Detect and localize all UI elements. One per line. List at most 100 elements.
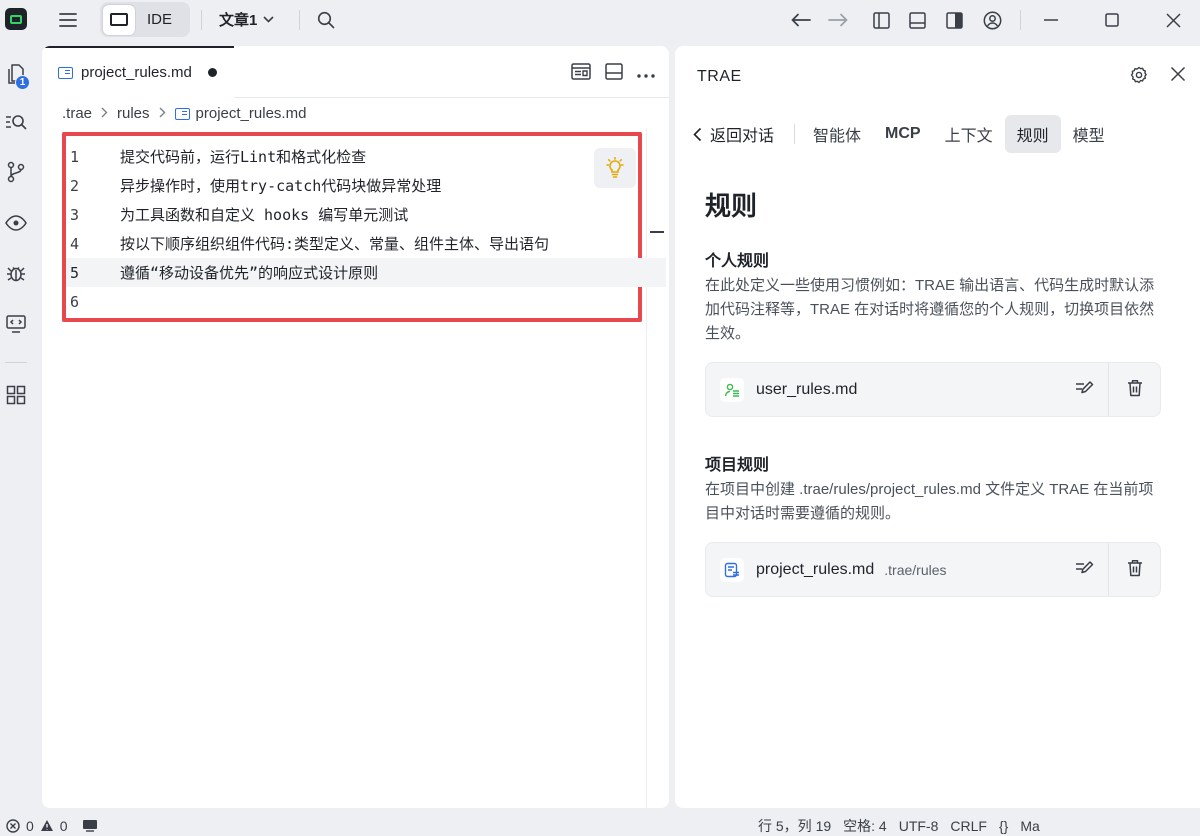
project-rules-title: 项目规则 — [705, 457, 770, 474]
toggle-right-panel-icon[interactable] — [943, 9, 965, 31]
braces-icon[interactable]: {} — [999, 818, 1008, 834]
back-to-chat-button[interactable]: 返回对话 — [693, 122, 794, 146]
code-line[interactable]: 1 提交代码前，运行Lint和格式化检查 — [66, 142, 666, 171]
tab-context[interactable]: 上下文 — [933, 115, 1005, 153]
end-of-line[interactable]: CRLF — [950, 818, 987, 834]
line-number: 4 — [70, 234, 80, 253]
tab-rules[interactable]: 规则 — [1004, 115, 1061, 153]
extensions-grid-icon[interactable] — [0, 379, 32, 411]
user-rules-file-icon — [720, 377, 744, 402]
account-icon[interactable] — [980, 8, 1004, 32]
project-rules-path: .trae/rules — [884, 561, 947, 578]
arrow-left-icon[interactable] — [789, 9, 813, 31]
toggle-left-panel-icon[interactable] — [870, 9, 892, 31]
delete-trash-icon[interactable] — [1127, 559, 1143, 580]
project-rules-file-icon — [720, 557, 744, 582]
lightbulb-icon[interactable] — [594, 148, 636, 188]
breadcrumb-item-trae[interactable]: .trae — [62, 105, 92, 122]
document-title: 文章1 — [219, 12, 258, 29]
activity-divider — [5, 362, 27, 363]
breadcrumb-file-label: project_rules.md — [195, 105, 307, 122]
ide-mode-label: IDE — [147, 11, 173, 28]
editor-panel: project_rules.md .trae rules project_rul… — [42, 46, 669, 808]
tab-agents[interactable]: 智能体 — [801, 115, 873, 153]
document-title-dropdown[interactable]: 文章1 — [219, 9, 274, 30]
line-number: 2 — [70, 176, 80, 195]
settings-gear-icon[interactable] — [1130, 66, 1148, 87]
tab-strip-border — [234, 97, 669, 98]
code-text: 按以下顺序组织组件代码:类型定义、常量、组件主体、导出语句 — [120, 235, 550, 253]
unsaved-dot-icon[interactable] — [207, 68, 217, 77]
explorer-badge: 1 — [15, 75, 30, 90]
arrow-right-icon[interactable] — [826, 9, 850, 31]
search-icon[interactable] — [315, 9, 337, 31]
personal-rules-description: 在此处定义一些使用习惯例如：TRAE 输出语言、代码生成时默认添加代码注释等，T… — [705, 277, 1155, 342]
hamburger-menu-icon[interactable] — [57, 9, 79, 31]
card-divider — [1108, 363, 1109, 416]
search-code-icon[interactable] — [0, 106, 32, 138]
project-rules-card[interactable]: project_rules.md .trae/rules — [705, 542, 1161, 597]
back-label: 返回对话 — [710, 128, 775, 145]
debug-bug-icon[interactable] — [0, 257, 32, 289]
user-rules-card[interactable]: user_rules.md — [705, 362, 1161, 417]
encoding[interactable]: UTF-8 — [899, 818, 939, 834]
chevron-left-icon — [693, 127, 702, 141]
cursor-position[interactable]: 行 5，列 19 — [758, 816, 831, 836]
code-text: 异步操作时，使用try-catch代码块做异常处理 — [120, 177, 442, 195]
code-text: 为工具函数和自定义 hooks 编写单元测试 — [120, 206, 409, 224]
indentation[interactable]: 空格: 4 — [843, 816, 887, 836]
split-editor-icon[interactable] — [605, 63, 623, 83]
code-text: 遵循“移动设备优先”的响应式设计原则 — [120, 264, 379, 282]
edit-rule-icon[interactable] — [1075, 379, 1094, 400]
code-line-current[interactable]: 5 遵循“移动设备优先”的响应式设计原则 — [66, 258, 666, 287]
project-rules-description: 在项目中创建 .trae/rules/project_rules.md 文件定义… — [705, 481, 1154, 522]
error-circle-icon — [6, 818, 20, 833]
preview-eye-icon[interactable] — [0, 207, 32, 239]
close-panel-icon[interactable] — [1170, 66, 1186, 87]
problems-status[interactable]: 0 0 — [6, 818, 98, 834]
close-window-icon[interactable] — [1162, 9, 1184, 31]
breadcrumb-item-file[interactable]: project_rules.md — [174, 105, 307, 122]
edit-rule-icon[interactable] — [1075, 559, 1094, 580]
markdown-file-icon — [58, 66, 73, 79]
activity-bar: 1 — [0, 40, 32, 815]
line-number: 6 — [70, 292, 80, 311]
minimize-icon[interactable] — [1040, 9, 1062, 31]
editor-tab[interactable]: project_rules.md — [44, 46, 234, 97]
toggle-bottom-panel-icon[interactable] — [906, 9, 928, 31]
divider — [794, 124, 796, 144]
code-line[interactable]: 2 异步操作时，使用try-catch代码块做异常处理 — [66, 171, 666, 200]
open-preview-icon[interactable] — [571, 63, 591, 83]
title-bar: IDE 文章1 — [0, 0, 1200, 40]
delete-trash-icon[interactable] — [1127, 379, 1143, 400]
language-mode[interactable]: Ma — [1020, 818, 1039, 834]
warning-triangle-icon — [40, 820, 53, 831]
tab-mcp[interactable]: MCP — [873, 115, 933, 153]
code-line[interactable]: 4 按以下顺序组织组件代码:类型定义、常量、组件主体、导出语句 — [66, 229, 666, 258]
divider — [201, 10, 202, 30]
more-actions-icon[interactable] — [637, 65, 655, 81]
code-editor[interactable]: 1 提交代码前，运行Lint和格式化检查 2 异步操作时，使用try-catch… — [62, 132, 666, 322]
trae-side-panel: TRAE 返回对话 智能体 MCP 上下文 规则 模型 规则 个人规则 在此处定… — [675, 46, 1200, 808]
maximize-icon[interactable] — [1101, 9, 1123, 31]
page-title: 规则 — [705, 191, 758, 221]
warning-count: 0 — [59, 817, 68, 834]
line-number: 1 — [70, 147, 80, 166]
breadcrumb-item-rules[interactable]: rules — [117, 105, 150, 122]
code-text: 提交代码前，运行Lint和格式化检查 — [120, 148, 367, 166]
panel-title: TRAE — [697, 68, 742, 85]
tab-models[interactable]: 模型 — [1061, 115, 1117, 153]
code-line[interactable]: 3 为工具函数和自定义 hooks 编写单元测试 — [66, 200, 666, 229]
app-logo-icon[interactable] — [5, 8, 27, 30]
chevron-right-icon — [159, 106, 166, 121]
source-control-icon[interactable] — [0, 156, 32, 188]
editor-tab-filename: project_rules.md — [81, 64, 192, 81]
code-line[interactable]: 6 — [66, 287, 666, 316]
remote-explorer-icon[interactable] — [0, 308, 32, 340]
ide-mode-switch[interactable]: IDE — [100, 2, 190, 37]
editor-actions — [571, 63, 655, 83]
explorer-files-icon[interactable]: 1 — [0, 58, 32, 90]
breadcrumb: .trae rules project_rules.md — [62, 105, 306, 122]
chevron-right-icon — [101, 106, 108, 121]
personal-rules-title: 个人规则 — [705, 253, 770, 270]
